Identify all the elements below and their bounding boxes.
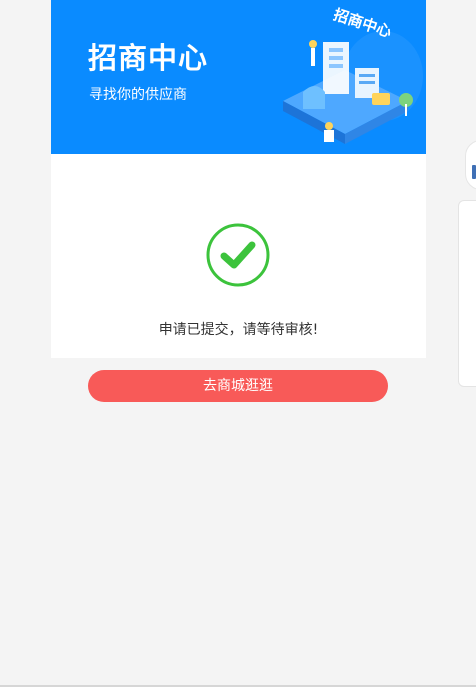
side-avatar-icon: [472, 165, 476, 179]
check-circle-icon: [206, 223, 270, 287]
illustration-title: 招商中心: [331, 6, 394, 41]
banner-subtitle: 寻找你的供应商: [89, 87, 187, 103]
side-floating-panel: [458, 200, 476, 387]
merchant-banner: 招商中心 寻找你的供应商 招商中心: [51, 0, 426, 154]
content-card: 招商中心 寻找你的供应商 招商中心 申请已提交，请等待审核!: [51, 0, 426, 358]
merchant-center-illustration-icon: 招商中心: [283, 6, 423, 144]
go-to-mall-button[interactable]: 去商城逛逛: [88, 370, 388, 402]
page: 招商中心 寻找你的供应商 招商中心 申请已提交，请等待审核! 去商城逛逛: [0, 0, 476, 687]
submission-status-message: 申请已提交，请等待审核!: [158, 322, 319, 338]
banner-title: 招商中心: [88, 41, 209, 75]
